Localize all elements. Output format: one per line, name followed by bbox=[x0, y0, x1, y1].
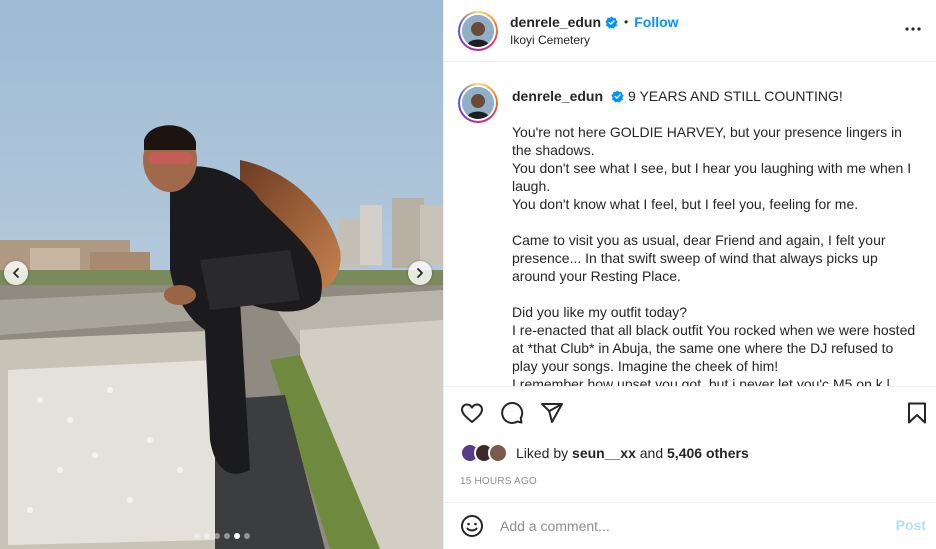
likes-others-link[interactable]: 5,406 others bbox=[667, 445, 749, 461]
likes-connector: and bbox=[639, 445, 664, 461]
carousel-dot bbox=[213, 533, 220, 539]
caption-line: You're not here GOLDIE HARVEY, but your … bbox=[512, 124, 902, 158]
follow-button[interactable]: Follow bbox=[634, 14, 678, 30]
carousel-dot bbox=[193, 533, 200, 539]
caption-username[interactable]: denrele_edun bbox=[512, 87, 603, 105]
likes-user-link[interactable]: seun__xx bbox=[572, 445, 636, 461]
previous-photo-button[interactable] bbox=[4, 261, 28, 285]
caption-line: I re-enacted that all black outfit You r… bbox=[512, 322, 916, 374]
caption-line: You don't see what I see, but I hear you… bbox=[512, 160, 912, 194]
header-separator: • bbox=[624, 15, 629, 29]
carousel-dot bbox=[243, 533, 250, 539]
post-actions: Liked by seun__xx and 5,406 others 15 HO… bbox=[444, 386, 936, 487]
post-comment-button[interactable]: Post bbox=[896, 517, 926, 533]
post-header: denrele_edun • Follow Ikoyi Cemetery bbox=[444, 0, 936, 62]
liker-avatars bbox=[460, 443, 508, 463]
more-horizontal-icon[interactable] bbox=[904, 20, 922, 43]
verified-badge-icon bbox=[605, 15, 618, 29]
comment-input[interactable] bbox=[500, 518, 880, 534]
caption-line: You don't know what I feel, but I feel y… bbox=[512, 196, 859, 212]
share-icon[interactable] bbox=[540, 401, 564, 425]
caption-paragraph: Came to visit you as usual, dear Friend … bbox=[512, 231, 922, 285]
caption-paragraph: You're not here GOLDIE HARVEY, but your … bbox=[512, 123, 922, 213]
post-photo[interactable] bbox=[0, 0, 443, 549]
caption-paragraph: Did you like my outfit today? I re-enact… bbox=[512, 303, 922, 386]
avatar bbox=[488, 443, 508, 463]
caption-line: Did you like my outfit today? bbox=[512, 304, 688, 320]
caption-title: 9 YEARS AND STILL COUNTING! bbox=[628, 88, 843, 104]
carousel-dots bbox=[0, 533, 443, 539]
bookmark-icon[interactable] bbox=[906, 401, 928, 430]
chevron-right-icon bbox=[417, 268, 423, 278]
carousel-dot bbox=[223, 533, 230, 539]
likes-summary: Liked by seun__xx and 5,406 others bbox=[444, 439, 936, 467]
post-timestamp[interactable]: 15 HOURS AGO bbox=[444, 476, 936, 487]
avatar[interactable] bbox=[458, 10, 498, 51]
caption-avatar[interactable] bbox=[458, 83, 498, 123]
comment-bar: Post bbox=[444, 502, 936, 549]
carousel-dot bbox=[203, 533, 210, 539]
location-link[interactable]: Ikoyi Cemetery bbox=[510, 33, 679, 47]
likes-prefix: Liked by bbox=[516, 445, 569, 461]
post-side-panel: denrele_edun • Follow Ikoyi Cemetery den… bbox=[443, 0, 936, 549]
chevron-left-icon bbox=[13, 268, 19, 278]
header-username[interactable]: denrele_edun bbox=[510, 14, 601, 30]
caption-line: I remember how upset you got, but i neve… bbox=[512, 376, 902, 386]
photo-scene bbox=[0, 0, 443, 549]
comment-icon[interactable] bbox=[500, 401, 524, 425]
caption-text: denrele_edun 9 YEARS AND STILL COUNTING!… bbox=[512, 87, 922, 386]
carousel-dot bbox=[233, 533, 240, 539]
emoji-icon[interactable] bbox=[460, 514, 484, 538]
caption-line: Came to visit you as usual, dear Friend … bbox=[512, 232, 886, 284]
heart-icon[interactable] bbox=[460, 401, 484, 425]
next-photo-button[interactable] bbox=[408, 261, 432, 285]
verified-badge-icon bbox=[611, 89, 624, 103]
caption-area[interactable]: denrele_edun 9 YEARS AND STILL COUNTING!… bbox=[444, 63, 936, 386]
